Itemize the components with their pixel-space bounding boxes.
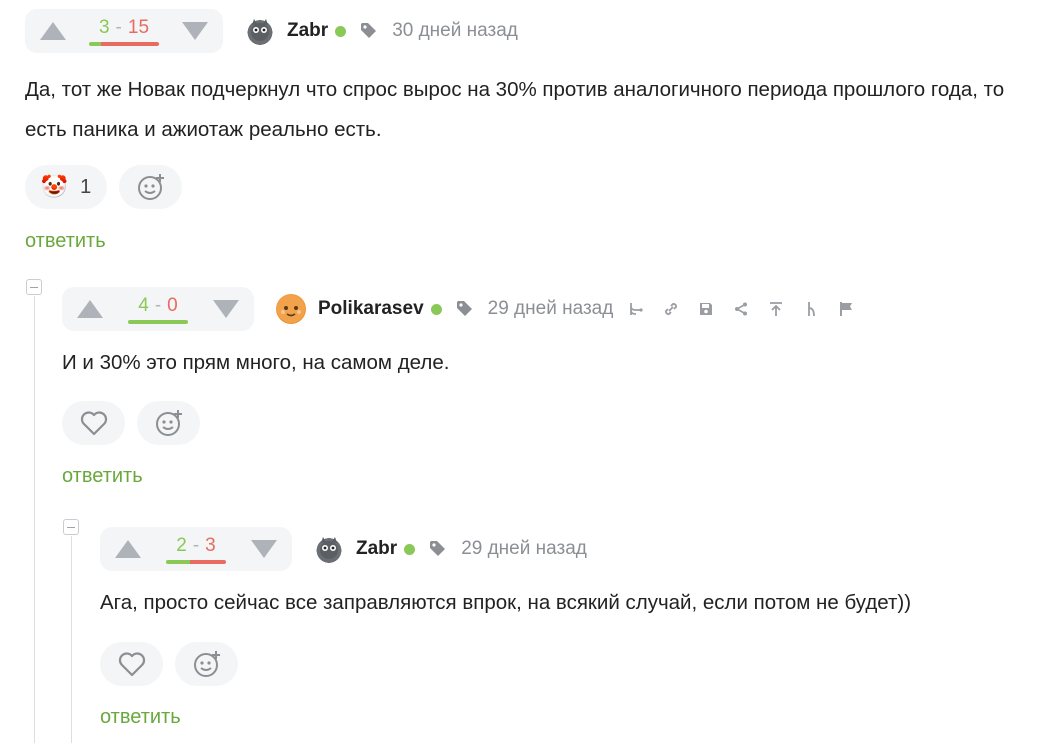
author-name[interactable]: Polikarasev (318, 298, 424, 320)
add-reaction-button[interactable] (175, 642, 238, 686)
heart-icon (118, 652, 145, 677)
reactions: 🤡 1 (25, 165, 1035, 209)
comment-header: 4-0 Polikarasev 29 дней назад (62, 287, 855, 331)
tag-icon[interactable] (429, 540, 447, 558)
add-reaction-button[interactable] (119, 165, 182, 209)
comment-header: 3-15 Zabr 30 дней назад (25, 9, 1035, 53)
vote-widget: 4-0 (62, 287, 254, 331)
upvote-button[interactable] (74, 293, 106, 325)
vote-widget: 3-15 (25, 9, 223, 53)
comment-text: Ага, просто сейчас все заправляются впро… (100, 591, 912, 614)
reply-link[interactable]: ответить (62, 465, 143, 488)
upvote-button[interactable] (37, 15, 69, 47)
comment-time[interactable]: 30 дней назад (392, 20, 518, 42)
reaction-count: 1 (80, 175, 92, 198)
branch-icon[interactable] (627, 300, 645, 318)
comment: 2-3 Zabr 29 дней назад Ага, просто сейча… (100, 527, 911, 729)
rating-plus: 2 (176, 534, 187, 556)
rating-plus: 4 (138, 294, 149, 316)
author-name[interactable]: Zabr (356, 538, 397, 560)
clown-icon: 🤡 (40, 174, 69, 199)
triangle-up-icon (40, 22, 66, 40)
triangle-down-icon (182, 22, 208, 40)
thread-line (34, 296, 35, 743)
online-dot-icon (335, 25, 347, 37)
tag-icon[interactable] (360, 22, 378, 40)
comment-text: И и 30% это прям много, на самом деле. (62, 351, 450, 374)
triangle-down-icon (251, 540, 277, 558)
triangle-up-icon (77, 300, 103, 318)
comment-header: 2-3 Zabr 29 дней назад (100, 527, 911, 571)
rating: 4-0 (128, 295, 188, 324)
collapse-thread-toggle[interactable] (26, 279, 42, 295)
reactions (62, 401, 855, 445)
vote-widget: 2-3 (100, 527, 292, 571)
tag-icon[interactable] (456, 300, 474, 318)
online-dot-icon (404, 543, 416, 555)
collapse-thread-toggle[interactable] (63, 519, 79, 535)
heart-icon (80, 411, 107, 436)
comment-text: Да, тот же Новак подчеркнул что спрос вы… (25, 78, 1005, 141)
rating-ratio-bar (89, 41, 159, 46)
rating-minus: 0 (167, 294, 178, 316)
smiley-plus-icon (193, 651, 220, 677)
rating-plus: 3 (98, 16, 110, 38)
rating-ratio-bar (166, 559, 226, 564)
upvote-button[interactable] (112, 533, 144, 565)
rating: 2-3 (166, 535, 226, 564)
comment-actions (627, 300, 855, 318)
link-icon[interactable] (662, 300, 680, 318)
avatar[interactable] (245, 16, 275, 46)
smiley-plus-icon (137, 174, 164, 200)
rating-minus: 3 (205, 534, 216, 556)
author-name[interactable]: Zabr (287, 20, 328, 42)
reactions (100, 642, 911, 686)
comment: 3-15 Zabr 30 дней назад Да, тот же Новак… (25, 9, 1035, 253)
parent-icon[interactable] (802, 300, 820, 318)
avatar[interactable] (314, 534, 344, 564)
avatar[interactable] (276, 294, 306, 324)
scroll-up-icon[interactable] (767, 300, 785, 318)
like-button[interactable] (62, 401, 125, 445)
comment-time[interactable]: 29 дней назад (461, 538, 587, 560)
reaction-clown[interactable]: 🤡 1 (25, 165, 107, 209)
online-dot-icon (430, 303, 442, 315)
triangle-up-icon (115, 540, 141, 558)
rating-ratio-bar (128, 319, 188, 324)
thread-line (71, 536, 72, 743)
reply-link[interactable]: ответить (25, 230, 106, 253)
comment-time[interactable]: 29 дней назад (488, 298, 614, 320)
downvote-button[interactable] (210, 293, 242, 325)
downvote-button[interactable] (179, 15, 211, 47)
like-button[interactable] (100, 642, 163, 686)
add-reaction-button[interactable] (137, 401, 200, 445)
reply-link[interactable]: ответить (100, 706, 181, 729)
rating: 3-15 (89, 17, 159, 46)
downvote-button[interactable] (248, 533, 280, 565)
comment: 4-0 Polikarasev 29 дней назад И и 30% эт… (62, 287, 855, 488)
triangle-down-icon (213, 300, 239, 318)
save-icon[interactable] (697, 300, 715, 318)
flag-icon[interactable] (837, 300, 855, 318)
share-icon[interactable] (732, 300, 750, 318)
rating-minus: 15 (127, 16, 150, 38)
smiley-plus-icon (155, 410, 182, 436)
